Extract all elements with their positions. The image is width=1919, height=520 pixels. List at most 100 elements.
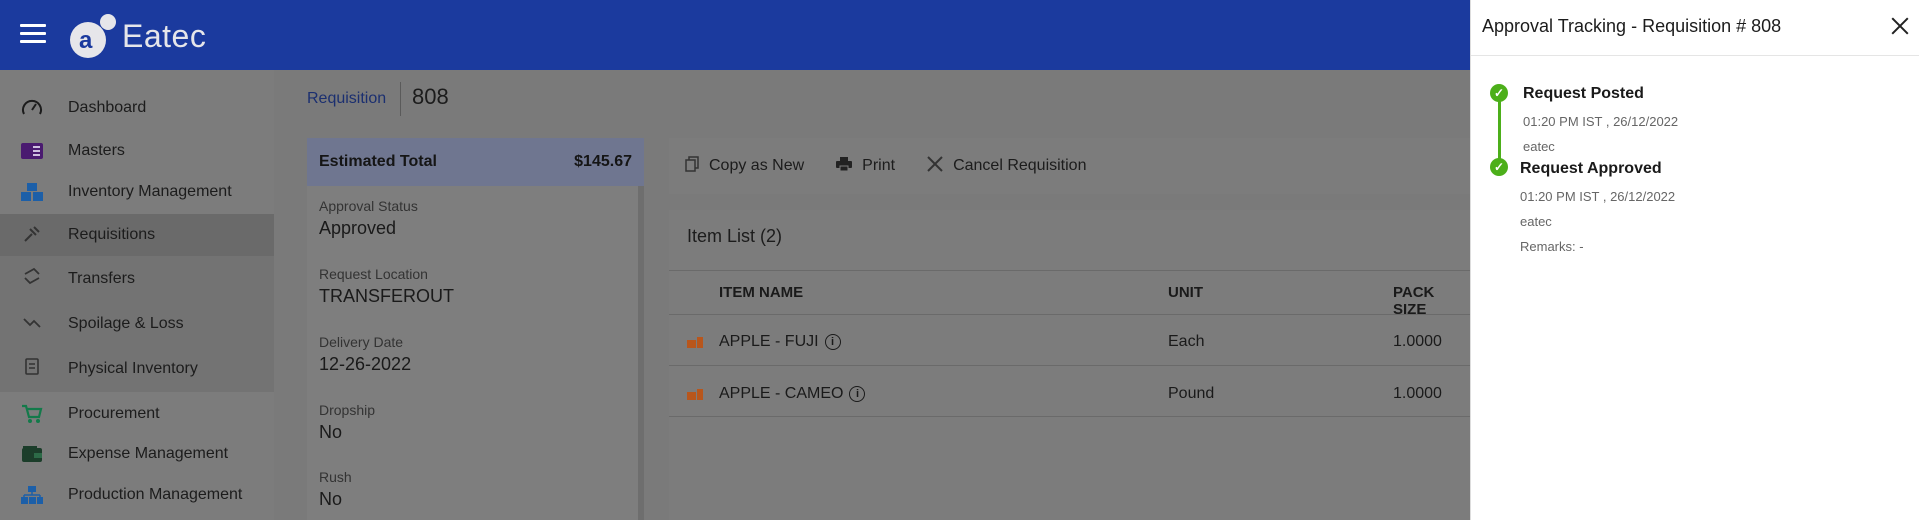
gauge-icon	[20, 98, 44, 118]
check-circle-icon: ✓	[1490, 158, 1508, 176]
book-icon	[20, 141, 44, 161]
page-title: 808	[412, 84, 449, 109]
step-user: eatec	[1523, 139, 1555, 154]
menu-icon[interactable]	[20, 24, 46, 44]
logo-mark-icon: a	[70, 14, 116, 58]
pack-size-cell: 1.0000	[1393, 333, 1442, 350]
step-remarks: Remarks: -	[1520, 239, 1584, 254]
item-list-card: Item List (2) ITEM NAME UNIT PACK SIZE A…	[669, 210, 1470, 520]
item-category-icon	[687, 388, 703, 400]
sidebar-item-expense-management[interactable]: Expense Management	[0, 434, 274, 474]
panel-title: Approval Tracking - Requisition # 808	[1482, 16, 1782, 36]
cancel-requisition-label: Cancel Requisition	[953, 157, 1087, 174]
field-label: Dropship	[319, 402, 376, 418]
sidebar-item-requisitions[interactable]: Requisitions	[0, 214, 274, 256]
delivery-date-field: Delivery Date 12-26-2022	[319, 334, 411, 375]
pack-size-cell: 1.0000	[1393, 385, 1442, 402]
field-label: Approval Status	[319, 198, 418, 214]
sidebar-item-spoilage-loss[interactable]: Spoilage & Loss	[0, 302, 274, 346]
sidebar-item-inventory-management[interactable]: Inventory Management	[0, 172, 274, 212]
step-title: Request Approved	[1520, 160, 1662, 177]
breadcrumb-requisition-link[interactable]: Requisition	[307, 90, 386, 108]
sidebar-item-label: Expense Management	[68, 445, 229, 462]
divider	[669, 270, 1470, 271]
info-icon[interactable]: i	[849, 386, 866, 402]
main-content: Requisition 808 Estimated Total $145.67 …	[274, 70, 1470, 520]
cancel-requisition-button[interactable]: Cancel Requisition	[927, 155, 1087, 177]
step-time: 01:20 PM IST , 26/12/2022	[1523, 114, 1679, 129]
item-name: APPLE - CAMEO	[719, 385, 844, 402]
action-toolbar: Copy as New Print Cancel Requisition	[669, 138, 1470, 194]
item-list-title: Item List (2)	[687, 226, 783, 246]
step-user: eatec	[1520, 214, 1552, 229]
rush-field: Rush No	[319, 469, 352, 510]
logo-text: Eatec	[122, 17, 207, 54]
column-header-item-name[interactable]: ITEM NAME	[719, 284, 803, 301]
request-location-field: Request Location TRANSFEROUT	[319, 266, 454, 307]
field-value: 12-26-2022	[319, 354, 412, 374]
logo-letter: a	[79, 27, 93, 54]
sidebar-item-physical-inventory[interactable]: Physical Inventory	[0, 346, 274, 392]
field-value: No	[319, 489, 343, 509]
sidebar-item-label: Production Management	[68, 486, 243, 503]
sidebar: Dashboard Masters Inventory Management R…	[0, 70, 274, 520]
close-icon	[927, 155, 943, 177]
boxes-icon	[20, 182, 44, 202]
cart-icon	[20, 404, 44, 424]
breadcrumb-divider	[400, 82, 401, 116]
sidebar-item-label: Dashboard	[68, 99, 147, 116]
sidebar-item-production-management[interactable]: Production Management	[0, 475, 274, 515]
approval-status-field: Approval Status Approved	[319, 198, 418, 239]
app-root: a Eatec Dashboard Masters Inventory Mana…	[0, 0, 1919, 520]
item-name-cell: APPLE - FUJI i	[719, 330, 841, 354]
field-value: No	[319, 422, 343, 442]
field-label: Rush	[319, 469, 352, 485]
copy-icon	[685, 155, 699, 177]
clipboard-icon	[20, 356, 44, 376]
field-label: Request Location	[319, 266, 428, 282]
field-label: Delivery Date	[319, 334, 404, 350]
item-name: APPLE - FUJI	[719, 333, 819, 350]
panel-header: Approval Tracking - Requisition # 808	[1471, 0, 1919, 56]
print-button[interactable]: Print	[836, 156, 896, 176]
item-category-icon	[687, 336, 703, 348]
sidebar-item-transfers[interactable]: Transfers	[0, 256, 274, 302]
summary-card: Estimated Total $145.67 Approval Status …	[307, 138, 644, 520]
sidebar-item-masters[interactable]: Masters	[0, 131, 274, 171]
step-title: Request Posted	[1523, 85, 1644, 102]
timeline-connector	[1498, 94, 1501, 168]
field-value: Approved	[319, 218, 397, 238]
info-icon[interactable]: i	[824, 334, 841, 350]
close-icon[interactable]	[1888, 14, 1912, 38]
sidebar-item-procurement[interactable]: Procurement	[0, 394, 274, 434]
copy-as-new-button[interactable]: Copy as New	[685, 155, 805, 177]
requisition-icon	[20, 224, 44, 244]
divider	[669, 416, 1470, 417]
summary-scrollbar[interactable]	[638, 186, 644, 520]
wallet-icon	[20, 444, 44, 464]
transfer-icon	[20, 266, 44, 286]
sidebar-item-dashboard[interactable]: Dashboard	[0, 88, 274, 128]
spoilage-icon	[20, 312, 44, 332]
column-header-pack-size[interactable]: PACK SIZE	[1393, 284, 1470, 318]
column-header-unit[interactable]: UNIT	[1168, 284, 1203, 301]
sidebar-item-label: Physical Inventory	[68, 360, 198, 377]
estimated-total-label: Estimated Total	[319, 153, 437, 170]
estimated-total-header: Estimated Total $145.67	[307, 138, 644, 186]
print-icon	[836, 156, 853, 176]
copy-as-new-label: Copy as New	[709, 157, 805, 174]
sidebar-item-label: Transfers	[68, 270, 135, 287]
estimated-total-value: $145.67	[574, 153, 632, 170]
field-value: TRANSFEROUT	[319, 286, 454, 306]
sidebar-item-label: Procurement	[68, 405, 160, 422]
production-icon	[20, 485, 44, 505]
sidebar-item-label: Masters	[68, 142, 125, 159]
check-circle-icon: ✓	[1490, 84, 1508, 102]
step-time: 01:20 PM IST , 26/12/2022	[1520, 189, 1676, 204]
item-name-cell: APPLE - CAMEO i	[719, 382, 866, 406]
divider	[669, 365, 1470, 366]
sidebar-item-label: Spoilage & Loss	[68, 315, 184, 332]
divider	[669, 314, 1470, 315]
unit-cell: Pound	[1168, 385, 1215, 402]
print-label: Print	[862, 157, 896, 174]
